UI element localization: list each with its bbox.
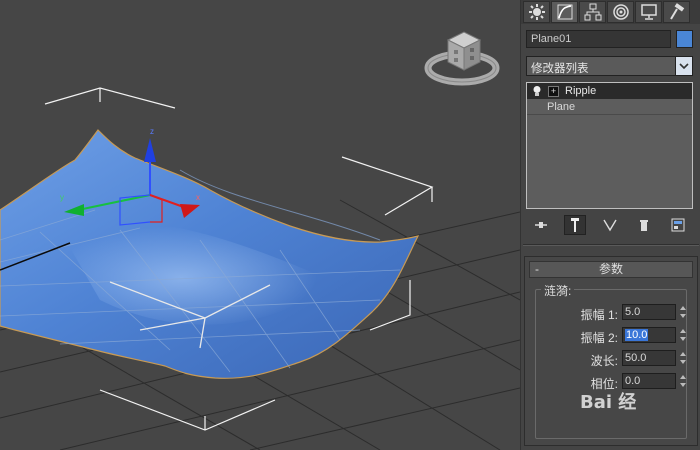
ripple-group: 涟漪: 振幅 1: 5.0 振幅 2: 10.0 波长: 50.0 相位: 0.…	[535, 282, 687, 439]
ripple-plane-mesh	[0, 129, 420, 379]
hammer-icon	[669, 3, 684, 20]
hierarchy-icon	[584, 3, 601, 21]
expand-plus-icon[interactable]: +	[548, 85, 559, 97]
make-unique-button[interactable]	[599, 215, 621, 235]
stack-item-label: Plane	[547, 100, 576, 113]
motion-circle-icon	[612, 4, 629, 20]
amplitude-2-label: 振幅 2:	[580, 331, 618, 345]
pin-stack-button[interactable]	[530, 215, 552, 235]
hierarchy-tab[interactable]	[579, 1, 606, 23]
stack-item-label: Ripple	[565, 85, 597, 97]
svg-text:x: x	[196, 193, 200, 202]
amplitude-2-field[interactable]: 10.0	[622, 327, 676, 343]
configure-sets-icon	[671, 218, 685, 232]
amplitude-2-spinner[interactable]	[678, 327, 687, 343]
phase-field[interactable]: 0.0	[622, 373, 676, 389]
chevron-down-icon[interactable]	[675, 57, 692, 75]
create-tab[interactable]	[523, 1, 550, 23]
scene-canvas: z y x	[0, 31, 520, 450]
amplitude-1-label: 振幅 1:	[580, 308, 618, 322]
group-label: 涟漪:	[541, 282, 575, 299]
amplitude-2-value: 10.0	[625, 329, 649, 341]
svg-text:z: z	[150, 127, 154, 136]
amplitude-1-field[interactable]: 5.0	[622, 304, 676, 320]
make-unique-icon	[602, 219, 617, 232]
utilities-tab[interactable]	[663, 1, 690, 23]
stack-item-plane[interactable]: Plane	[527, 99, 692, 115]
show-end-result-button[interactable]	[564, 215, 587, 235]
wavelength-label: 波长:	[590, 354, 618, 368]
viewcube	[424, 31, 500, 86]
monitor-icon	[640, 4, 657, 20]
rollout-header[interactable]: - 参数	[529, 261, 693, 278]
amplitude-1-param: 振幅 1: 5.0	[536, 304, 696, 322]
phase-spinner[interactable]	[678, 373, 687, 389]
stack-item-ripple[interactable]: + Ripple	[527, 83, 692, 99]
modifier-list-dropdown[interactable]: 修改器列表	[526, 56, 693, 76]
panel-divider	[523, 244, 699, 246]
stack-toolbar	[526, 214, 693, 236]
wavelength-param: 波长: 50.0	[536, 350, 696, 368]
svg-text:y: y	[60, 193, 64, 202]
command-panel: Plane01 修改器列表 + Ripple Plane - 参数 涟漪: 振幅…	[520, 0, 700, 450]
perspective-viewport[interactable]: z y x	[0, 0, 520, 450]
configure-modifier-sets-button[interactable]	[667, 215, 689, 235]
pin-icon	[535, 222, 547, 228]
curve-modify-icon	[557, 4, 572, 20]
amplitude-2-param: 振幅 2: 10.0	[536, 327, 696, 345]
wavelength-spinner[interactable]	[678, 350, 687, 366]
amplitude-1-spinner[interactable]	[678, 304, 687, 320]
modify-tab[interactable]	[551, 1, 578, 23]
motion-tab[interactable]	[607, 1, 634, 23]
remove-modifier-button[interactable]	[633, 215, 655, 235]
wavelength-field[interactable]: 50.0	[622, 350, 676, 366]
rollout-title: 参数	[598, 262, 623, 276]
lightbulb-icon[interactable]	[530, 83, 544, 99]
modifier-stack: + Ripple Plane	[526, 82, 693, 209]
sun-gear-icon	[528, 4, 545, 20]
object-name-field[interactable]: Plane01	[526, 30, 671, 48]
object-color-swatch[interactable]	[676, 30, 693, 48]
display-tab[interactable]	[635, 1, 662, 23]
trash-icon	[639, 220, 648, 231]
end-result-icon	[571, 218, 580, 232]
watermark: Bai 经	[580, 392, 637, 413]
command-panel-tabs	[521, 0, 700, 24]
modifier-list-label: 修改器列表	[531, 63, 589, 75]
parameters-rollout: - 参数 涟漪: 振幅 1: 5.0 振幅 2: 10.0 波长: 50.0 相…	[524, 256, 698, 446]
